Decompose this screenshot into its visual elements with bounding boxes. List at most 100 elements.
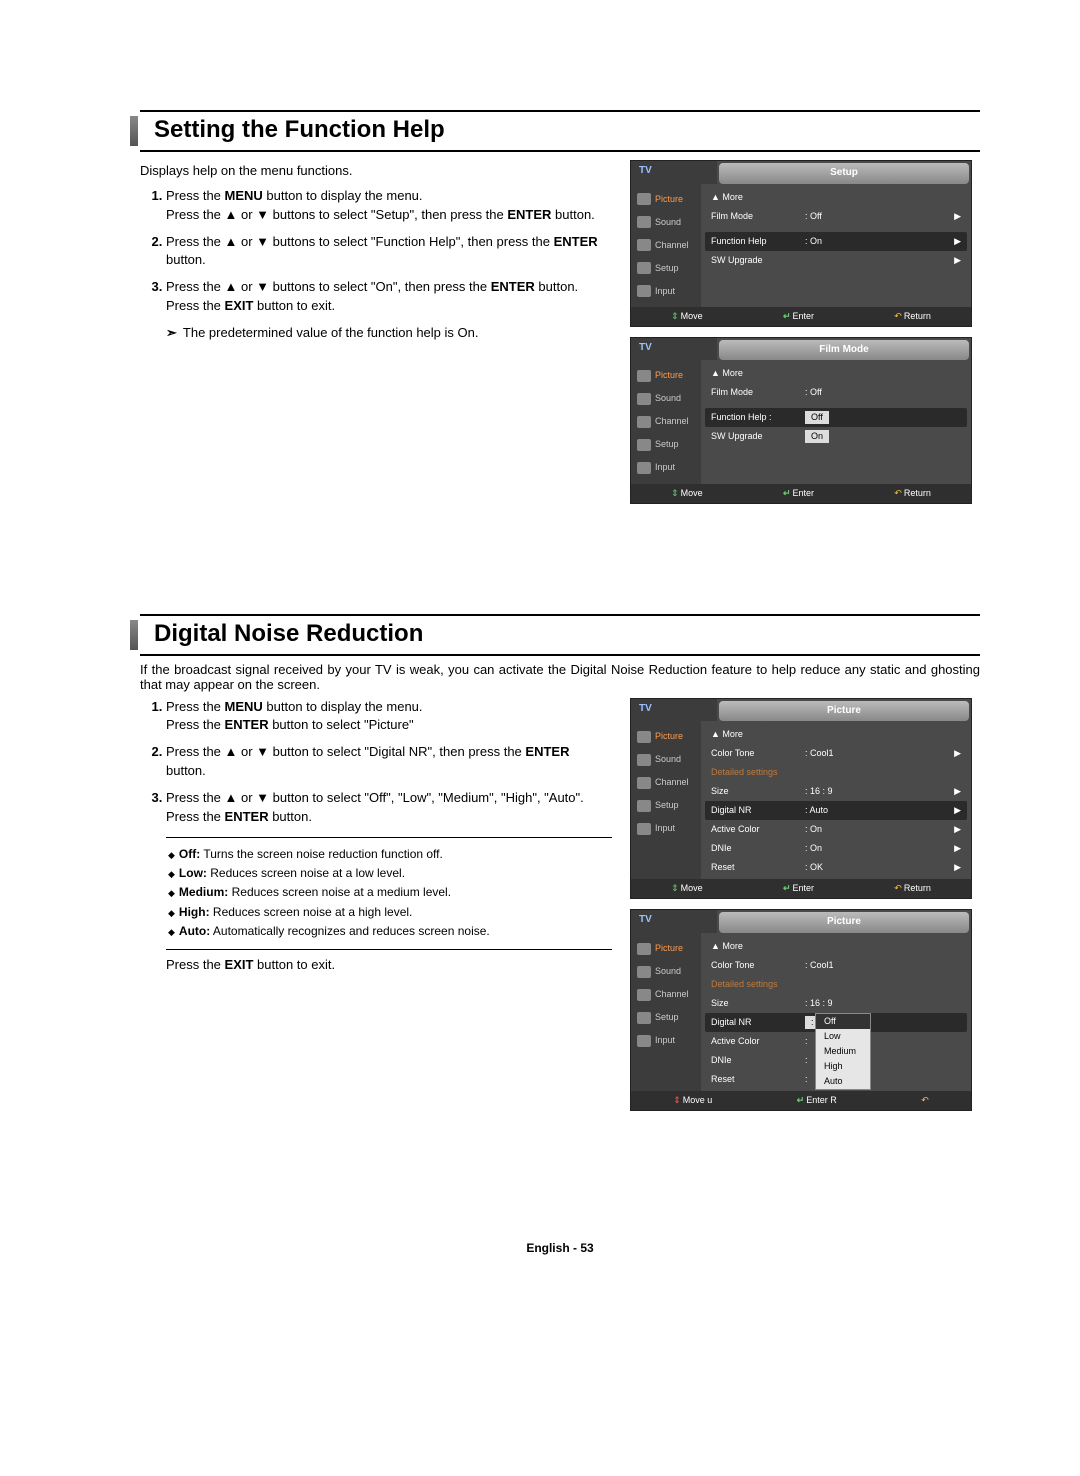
osd-side-item[interactable]: Picture [631,364,701,387]
osd-row[interactable]: Function Help : Off [705,408,967,427]
osd-side-item[interactable]: Input [631,280,701,303]
side-icon [637,966,651,978]
osd-row[interactable]: ▲ More [705,725,967,744]
osd-row[interactable]: Film Mode: Off▶ [705,207,967,226]
footer-move: Move [671,487,703,500]
osd-row[interactable]: DNIe: On▶ [705,839,967,858]
osd-row[interactable]: Active Color: On▶ [705,820,967,839]
footer-return: Return [894,310,931,323]
osd-row-label: Function Help : [711,411,801,424]
side-label: Input [655,1034,675,1047]
osd-row-value: : Cool1 [805,747,950,760]
osd-dropdown[interactable]: OffLowMediumHighAuto [815,1013,871,1090]
osd-side-item[interactable]: Channel [631,983,701,1006]
osd-footer: Move Enter Return [631,484,971,503]
osd-row-value: : Off [805,386,961,399]
osd-main: ▲ More Film Mode : Off Function Help : Off SW… [701,360,971,483]
osd-row[interactable]: Detailed settings [705,975,967,994]
osd-row[interactable]: SW Upgrade▶ [705,251,967,270]
side-icon [637,754,651,766]
osd-row-label: Detailed settings [711,978,801,991]
osd-footer: Move u Enter R [631,1091,971,1110]
option-item: ◆Auto: Automatically recognizes and redu… [168,923,612,940]
osd-row[interactable]: Detailed settings [705,763,967,782]
osd-row[interactable]: SW UpgradeOn [705,427,967,446]
osd-side-item[interactable]: Sound [631,960,701,983]
option-item: ◆High: Reduces screen noise at a high le… [168,904,612,921]
osd-row[interactable]: Digital NR: Auto▶ [705,801,967,820]
chevron-right-icon: ▶ [954,235,961,248]
osd-row-value-box[interactable]: On [805,430,829,443]
osd-sidebar: PictureSoundChannel Setup Input [631,721,701,879]
intro-text: If the broadcast signal received by your… [140,662,980,692]
osd-row[interactable]: ▲ More [705,937,967,956]
section-digital-nr: Digital Noise Reduction If the broadcast… [140,614,980,1122]
step-item: Press the ▲ or ▼ button to select "Digit… [166,743,612,781]
osd-row-label: Color Tone [711,959,801,972]
osd-side-item[interactable]: Setup [631,257,701,280]
osd-sidebar: PictureSound Channel Setup Input [631,933,701,1091]
osd-row-label: ▲ More [711,728,801,741]
section-function-help: Setting the Function Help Displays help … [140,110,980,514]
osd-tv-label: TV [631,910,717,933]
side-label: Picture [655,193,683,206]
osd-side-item[interactable]: Sound [631,211,701,234]
osd-row[interactable]: Reset: OK▶ [705,858,967,877]
osd-row-value: : On [805,842,950,855]
osd-side-item[interactable]: Picture [631,188,701,211]
osd-side-item[interactable]: Input [631,1029,701,1052]
dropdown-item[interactable]: Medium [816,1044,870,1059]
osd-side-item[interactable]: Sound [631,748,701,771]
osd-row-value-box[interactable]: Off [805,411,829,424]
dropdown-item[interactable]: Off [816,1014,870,1029]
side-icon [637,239,651,251]
dropdown-item[interactable]: Auto [816,1074,870,1089]
osd-side-item[interactable]: Channel [631,410,701,433]
osd-side-item[interactable]: Sound [631,387,701,410]
chevron-right-icon: ▶ [954,823,961,836]
footer-move: Move u [673,1094,712,1107]
dropdown-item[interactable]: Low [816,1029,870,1044]
side-label: Channel [655,988,689,1001]
osd-row[interactable]: Color Tone: Cool1▶ [705,744,967,763]
osd-row-label: Size [711,785,801,798]
footer-enter: Enter [783,882,814,895]
osd-row[interactable]: ▲ More [705,364,967,383]
side-label: Setup [655,799,679,812]
osd-row[interactable] [705,226,967,232]
side-icon [637,416,651,428]
osd-row-label: Function Help [711,235,801,248]
dropdown-item[interactable]: High [816,1059,870,1074]
osd-side-item[interactable]: Setup [631,433,701,456]
osd-side-item[interactable]: Channel [631,771,701,794]
footer-enter: Enter [783,310,814,323]
side-icon [637,193,651,205]
note-text: The predetermined value of the function … [183,324,479,343]
osd-row[interactable]: Function Help: On▶ [705,232,967,251]
osd-side-item[interactable]: Picture [631,937,701,960]
osd-row[interactable]: Film Mode : Off [705,383,967,402]
osd-row-label: Size [711,997,801,1010]
section-title: Digital Noise Reduction [140,616,980,654]
osd-row[interactable]: Color Tone: Cool1 [705,956,967,975]
option-item: ◆Low: Reduces screen noise at a low leve… [168,865,612,882]
osd-row-label: Film Mode [711,386,801,399]
step-item: Press the MENU button to display the men… [166,187,612,225]
osd-side-item[interactable]: Channel [631,234,701,257]
osd-panel: TVPicturePictureSoundChannelSetupInput▲ … [630,698,972,900]
osd-row-label: ▲ More [711,191,801,204]
chevron-right-icon: ▶ [954,785,961,798]
steps-list: Press the MENU button to display the men… [140,187,612,316]
osd-side-item[interactable]: Input [631,817,701,840]
step-item: Press the MENU button to display the men… [166,698,612,736]
osd-row[interactable]: Size: 16 : 9 [705,994,967,1013]
osd-side-item[interactable]: Setup [631,794,701,817]
osd-row[interactable]: Digital NR: OffOffLowMediumHighAuto [705,1013,967,1032]
osd-row[interactable]: Size: 16 : 9▶ [705,782,967,801]
osd-side-item[interactable]: Input [631,456,701,479]
step-item: Press the ▲ or ▼ buttons to select "On",… [166,278,612,316]
step-item: Press the ▲ or ▼ button to select "Off",… [166,789,612,827]
osd-row[interactable]: ▲ More [705,188,967,207]
osd-side-item[interactable]: Picture [631,725,701,748]
osd-side-item[interactable]: Setup [631,1006,701,1029]
